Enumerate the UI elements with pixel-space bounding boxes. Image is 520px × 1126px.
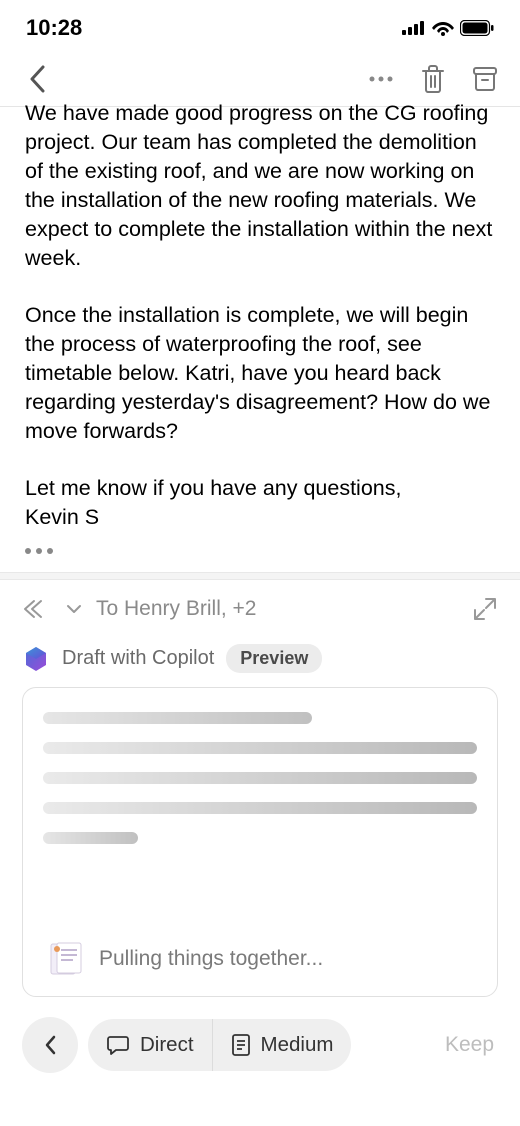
status-time: 10:28 bbox=[26, 15, 82, 41]
cellular-icon bbox=[402, 21, 426, 35]
back-button[interactable] bbox=[22, 64, 52, 94]
archive-icon[interactable] bbox=[472, 66, 498, 92]
copilot-header: Draft with Copilot Preview bbox=[22, 638, 498, 687]
chat-icon bbox=[106, 1033, 130, 1057]
draft-status-text: Pulling things together... bbox=[99, 947, 323, 971]
more-icon bbox=[25, 548, 495, 554]
expand-icon[interactable] bbox=[472, 596, 498, 622]
trash-icon[interactable] bbox=[420, 65, 446, 93]
email-paragraph: Once the installation is complete, we wi… bbox=[25, 301, 495, 446]
reply-all-icon[interactable] bbox=[22, 599, 52, 619]
status-icons bbox=[402, 20, 494, 36]
length-button[interactable]: Medium bbox=[212, 1019, 352, 1071]
wifi-icon bbox=[432, 20, 454, 36]
chevron-down-icon[interactable] bbox=[66, 604, 82, 614]
copilot-label: Draft with Copilot bbox=[62, 647, 214, 670]
length-label: Medium bbox=[261, 1033, 334, 1057]
draft-preview-box: Pulling things together... bbox=[22, 687, 498, 997]
document-icon bbox=[43, 938, 85, 980]
document-length-icon bbox=[231, 1033, 251, 1057]
message-more[interactable] bbox=[0, 532, 520, 572]
keep-button[interactable]: Keep bbox=[441, 1033, 498, 1057]
bottom-bar: Direct Medium Keep bbox=[0, 1011, 520, 1079]
tone-button[interactable]: Direct bbox=[88, 1019, 212, 1071]
email-paragraph: We have made good progress on the CG roo… bbox=[25, 99, 495, 273]
copilot-section: Draft with Copilot Preview Pulling thing… bbox=[0, 638, 520, 1011]
copilot-icon bbox=[22, 645, 50, 673]
battery-icon bbox=[460, 20, 494, 36]
chevron-left-icon bbox=[44, 1035, 56, 1055]
status-bar: 10:28 bbox=[0, 0, 520, 50]
email-closing: Let me know if you have any questions, K… bbox=[25, 474, 495, 532]
reply-header: To Henry Brill, +2 bbox=[0, 580, 520, 638]
back-circle-button[interactable] bbox=[22, 1017, 78, 1073]
tone-label: Direct bbox=[140, 1033, 194, 1057]
draft-status: Pulling things together... bbox=[43, 938, 477, 980]
skeleton-loader bbox=[43, 712, 477, 844]
reply-to[interactable]: To Henry Brill, +2 bbox=[96, 597, 256, 621]
nav-actions bbox=[368, 65, 498, 93]
more-icon[interactable] bbox=[368, 75, 394, 83]
section-separator bbox=[0, 572, 520, 580]
tone-length-group: Direct Medium bbox=[88, 1019, 351, 1071]
chevron-left-icon bbox=[29, 65, 45, 93]
email-signature: Kevin S bbox=[25, 505, 99, 529]
email-body: We have made good progress on the CG roo… bbox=[0, 99, 520, 532]
preview-badge: Preview bbox=[226, 644, 322, 673]
